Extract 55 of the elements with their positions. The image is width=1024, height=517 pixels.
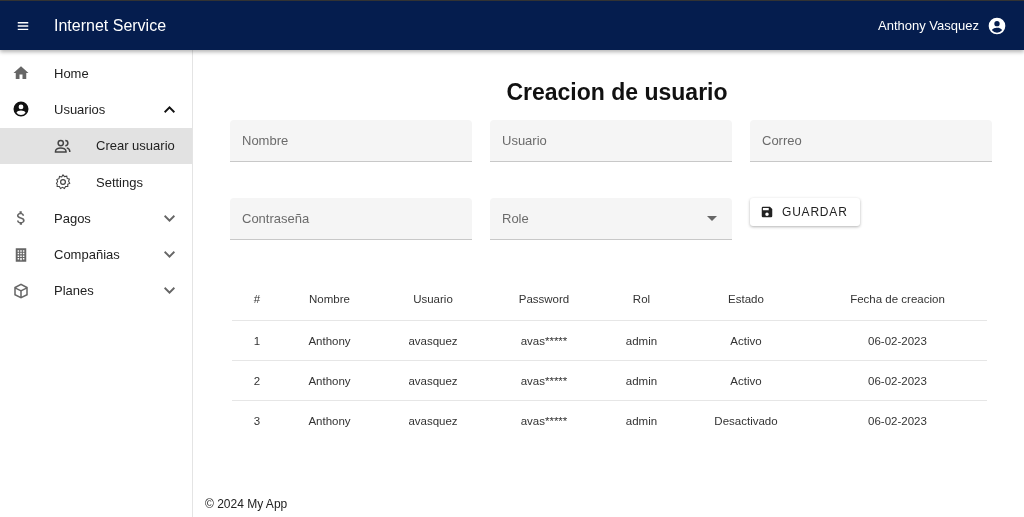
sidebar-item[interactable]: Compañias — [0, 236, 192, 273]
box-icon — [12, 281, 30, 300]
select-field[interactable]: Role — [490, 198, 732, 240]
sidebar-item[interactable]: Planes — [0, 272, 192, 310]
table-cell-text: 2 — [252, 374, 262, 387]
account-icon — [12, 100, 30, 119]
column-header: Usuario — [412, 293, 454, 305]
table-cell-text: admin — [624, 334, 659, 347]
input-field[interactable]: Contraseña — [230, 198, 472, 240]
chevron-up-icon — [164, 105, 175, 113]
column-header: Password — [517, 293, 571, 305]
account-icon[interactable] — [987, 15, 1007, 36]
table-cell-text: Desactivado — [713, 414, 779, 427]
sidebar-item[interactable]: Settings — [0, 163, 192, 201]
column-header: Fecha de creacion — [849, 293, 946, 305]
table-cell-text: admin — [624, 414, 659, 427]
table-cell-text: 3 — [252, 414, 262, 427]
table-cell-text: 1 — [252, 334, 262, 347]
column-header: # — [252, 293, 262, 305]
column-header: Nombre — [308, 293, 351, 305]
table-cell-text: Anthony — [307, 414, 352, 427]
table-cell-text: Anthony — [307, 334, 352, 347]
input-field[interactable]: Nombre — [230, 120, 472, 162]
save-icon — [760, 205, 774, 219]
sidebar-item[interactable]: Pagos — [0, 200, 192, 237]
app-title: Internet Service — [54, 16, 167, 35]
caret-icon — [707, 216, 717, 221]
table-cell-text: avasquez — [407, 374, 459, 387]
input-field[interactable]: Usuario — [490, 120, 732, 162]
sidebar-item[interactable]: Home — [0, 55, 192, 92]
table-cell-text: avas***** — [519, 374, 569, 387]
table-cell-text: avasquez — [407, 414, 459, 427]
sidebar-item[interactable]: Usuarios — [0, 91, 192, 128]
table-cell-text: avas***** — [519, 334, 569, 347]
save-button[interactable]: GUARDAR — [750, 198, 860, 226]
table-cell-text: avas***** — [519, 414, 569, 427]
settings-icon — [54, 173, 72, 192]
table-cell-text: 06-02-2023 — [867, 374, 928, 387]
chevron-down-icon — [164, 214, 175, 222]
table-cell-text: Activo — [729, 374, 763, 387]
table-cell-text: admin — [624, 374, 659, 387]
chevron-down-icon — [164, 287, 175, 295]
page-title: Creacion de usuario — [505, 79, 729, 106]
input-field[interactable]: Correo — [750, 120, 992, 162]
chevron-down-icon — [164, 251, 175, 259]
column-header: Estado — [727, 293, 765, 305]
table-cell-text: Activo — [729, 334, 763, 347]
column-header: Rol — [631, 293, 652, 305]
table-cell-text: Anthony — [307, 374, 352, 387]
table-cell-text: 06-02-2023 — [867, 414, 928, 427]
sidebar-item[interactable]: Crear usuario — [0, 127, 192, 164]
footer-text: © 2024 My App — [205, 497, 289, 511]
user-name[interactable]: Anthony Vasquez — [878, 18, 979, 33]
table-cell-text: avasquez — [407, 334, 459, 347]
table-cell-text: 06-02-2023 — [867, 334, 928, 347]
